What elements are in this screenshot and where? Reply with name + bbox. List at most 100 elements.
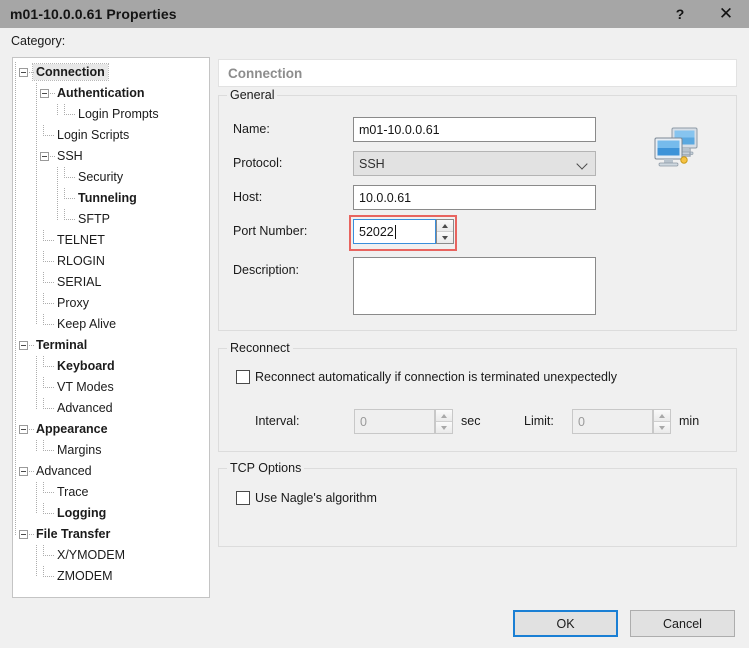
reconnect-automatically-checkbox[interactable]: Reconnect automatically if connection is… (236, 370, 617, 384)
use-nagle-algorithm-checkbox[interactable]: Use Nagle's algorithm (236, 491, 377, 505)
name-input[interactable]: m01-10.0.0.61 (353, 117, 596, 142)
tree-item-advanced[interactable]: Advanced (13, 398, 209, 419)
checkbox-icon (236, 370, 250, 384)
tree-expander-icon[interactable] (19, 341, 28, 350)
tree-item-label: RLOGIN (57, 254, 105, 268)
cancel-button[interactable]: Cancel (630, 610, 735, 637)
tree-item-logging[interactable]: Logging (13, 503, 209, 524)
tree-connector (29, 471, 34, 472)
tree-item-vt-modes[interactable]: VT Modes (13, 377, 209, 398)
tree-item-login-prompts[interactable]: Login Prompts (13, 104, 209, 125)
tree-expander-icon[interactable] (40, 89, 49, 98)
protocol-select[interactable]: SSH (353, 151, 596, 176)
interval-input[interactable]: 0 (354, 409, 435, 434)
tree-connector (43, 503, 44, 514)
tree-item-keyboard[interactable]: Keyboard (13, 356, 209, 377)
tree-item-proxy[interactable]: Proxy (13, 293, 209, 314)
stepper-up-icon[interactable] (437, 220, 453, 232)
checkbox-icon (236, 491, 250, 505)
tree-item-serial[interactable]: SERIAL (13, 272, 209, 293)
tree-item-label: X/YMODEM (57, 548, 126, 562)
description-input[interactable] (353, 257, 596, 315)
tree-item-authentication[interactable]: Authentication (13, 83, 209, 104)
tree-connector (43, 377, 44, 388)
tree-item-ssh[interactable]: SSH (13, 146, 209, 167)
host-input[interactable]: 10.0.0.61 (353, 185, 596, 210)
tree-connector (43, 566, 44, 577)
stepper-down-icon[interactable] (436, 422, 452, 433)
tree-item-advanced[interactable]: Advanced (13, 461, 209, 482)
stepper-up-icon[interactable] (436, 410, 452, 422)
tree-connector (43, 324, 54, 325)
tree-item-appearance[interactable]: Appearance (13, 419, 209, 440)
window-caption-buttons: ? ✕ (657, 0, 749, 28)
tree-item-zmodem[interactable]: ZMODEM (13, 566, 209, 587)
ok-button[interactable]: OK (513, 610, 618, 637)
tree-connector (43, 272, 44, 283)
tree-connector (43, 482, 44, 493)
tree-connector (64, 198, 75, 199)
port-number-input[interactable]: 52022 (353, 219, 436, 244)
tree-connector (15, 62, 17, 535)
tree-connector (43, 251, 44, 262)
tree-item-label: SERIAL (57, 275, 102, 289)
tree-item-terminal[interactable]: Terminal (13, 335, 209, 356)
tree-item-login-scripts[interactable]: Login Scripts (13, 125, 209, 146)
tree-item-keep-alive[interactable]: Keep Alive (13, 314, 209, 335)
limit-input-value: 0 (578, 414, 585, 429)
tree-item-label: Trace (57, 485, 89, 499)
stepper-down-icon[interactable] (654, 422, 670, 433)
tree-item-label: Logging (57, 506, 107, 520)
stepper-up-icon[interactable] (654, 410, 670, 422)
tree-connector (36, 440, 38, 451)
tree-connector (43, 366, 54, 367)
tree-expander-icon[interactable] (19, 530, 28, 539)
tree-connector (43, 282, 54, 283)
tree-item-connection[interactable]: Connection (13, 62, 209, 83)
tree-item-rlogin[interactable]: RLOGIN (13, 251, 209, 272)
category-tree[interactable]: Connection Authentication Login Prompts Log… (12, 57, 210, 598)
tree-item-label: File Transfer (36, 527, 111, 541)
port-number-label: Port Number: (233, 224, 308, 238)
page-header-title: Connection (228, 65, 303, 81)
reconnect-groupbox: Reconnect Reconnect automatically if con… (218, 341, 737, 452)
tree-connector (43, 513, 54, 514)
tree-expander-icon[interactable] (19, 68, 28, 77)
close-icon[interactable]: ✕ (703, 0, 749, 28)
tree-expander-icon[interactable] (19, 425, 28, 434)
tree-connector (57, 104, 59, 115)
tree-connector (43, 555, 54, 556)
tree-expander-icon[interactable] (19, 467, 28, 476)
tree-connector (43, 293, 44, 304)
tree-item-trace[interactable]: Trace (13, 482, 209, 503)
port-number-stepper[interactable] (436, 219, 454, 244)
window-titlebar: m01-10.0.0.61 Properties ? ✕ (0, 0, 749, 28)
tree-item-sftp[interactable]: SFTP (13, 209, 209, 230)
tree-expander-icon[interactable] (40, 152, 49, 161)
tree-item-telnet[interactable]: TELNET (13, 230, 209, 251)
help-icon[interactable]: ? (657, 0, 703, 28)
tree-item-x-ymodem[interactable]: X/YMODEM (13, 545, 209, 566)
host-label: Host: (233, 190, 263, 204)
tree-item-label: TELNET (57, 233, 105, 247)
tree-item-tunneling[interactable]: Tunneling (13, 188, 209, 209)
limit-input[interactable]: 0 (572, 409, 653, 434)
tree-item-label: Advanced (36, 464, 92, 478)
tree-item-label: SSH (57, 149, 83, 163)
tree-connector (43, 545, 44, 556)
protocol-label: Protocol: (233, 156, 283, 170)
limit-stepper[interactable] (653, 409, 671, 434)
tree-item-security[interactable]: Security (13, 167, 209, 188)
stepper-down-icon[interactable] (437, 232, 453, 243)
chevron-down-icon (576, 157, 590, 171)
tree-connector (64, 167, 65, 178)
tree-item-label: Terminal (36, 338, 88, 352)
interval-stepper[interactable] (435, 409, 453, 434)
page-header: Connection (218, 59, 737, 87)
tree-connector (43, 303, 54, 304)
host-input-value: 10.0.0.61 (359, 190, 412, 205)
tree-item-margins[interactable]: Margins (13, 440, 209, 461)
tree-item-file-transfer[interactable]: File Transfer (13, 524, 209, 545)
tree-connector (29, 72, 34, 73)
name-input-value: m01-10.0.0.61 (359, 122, 440, 137)
